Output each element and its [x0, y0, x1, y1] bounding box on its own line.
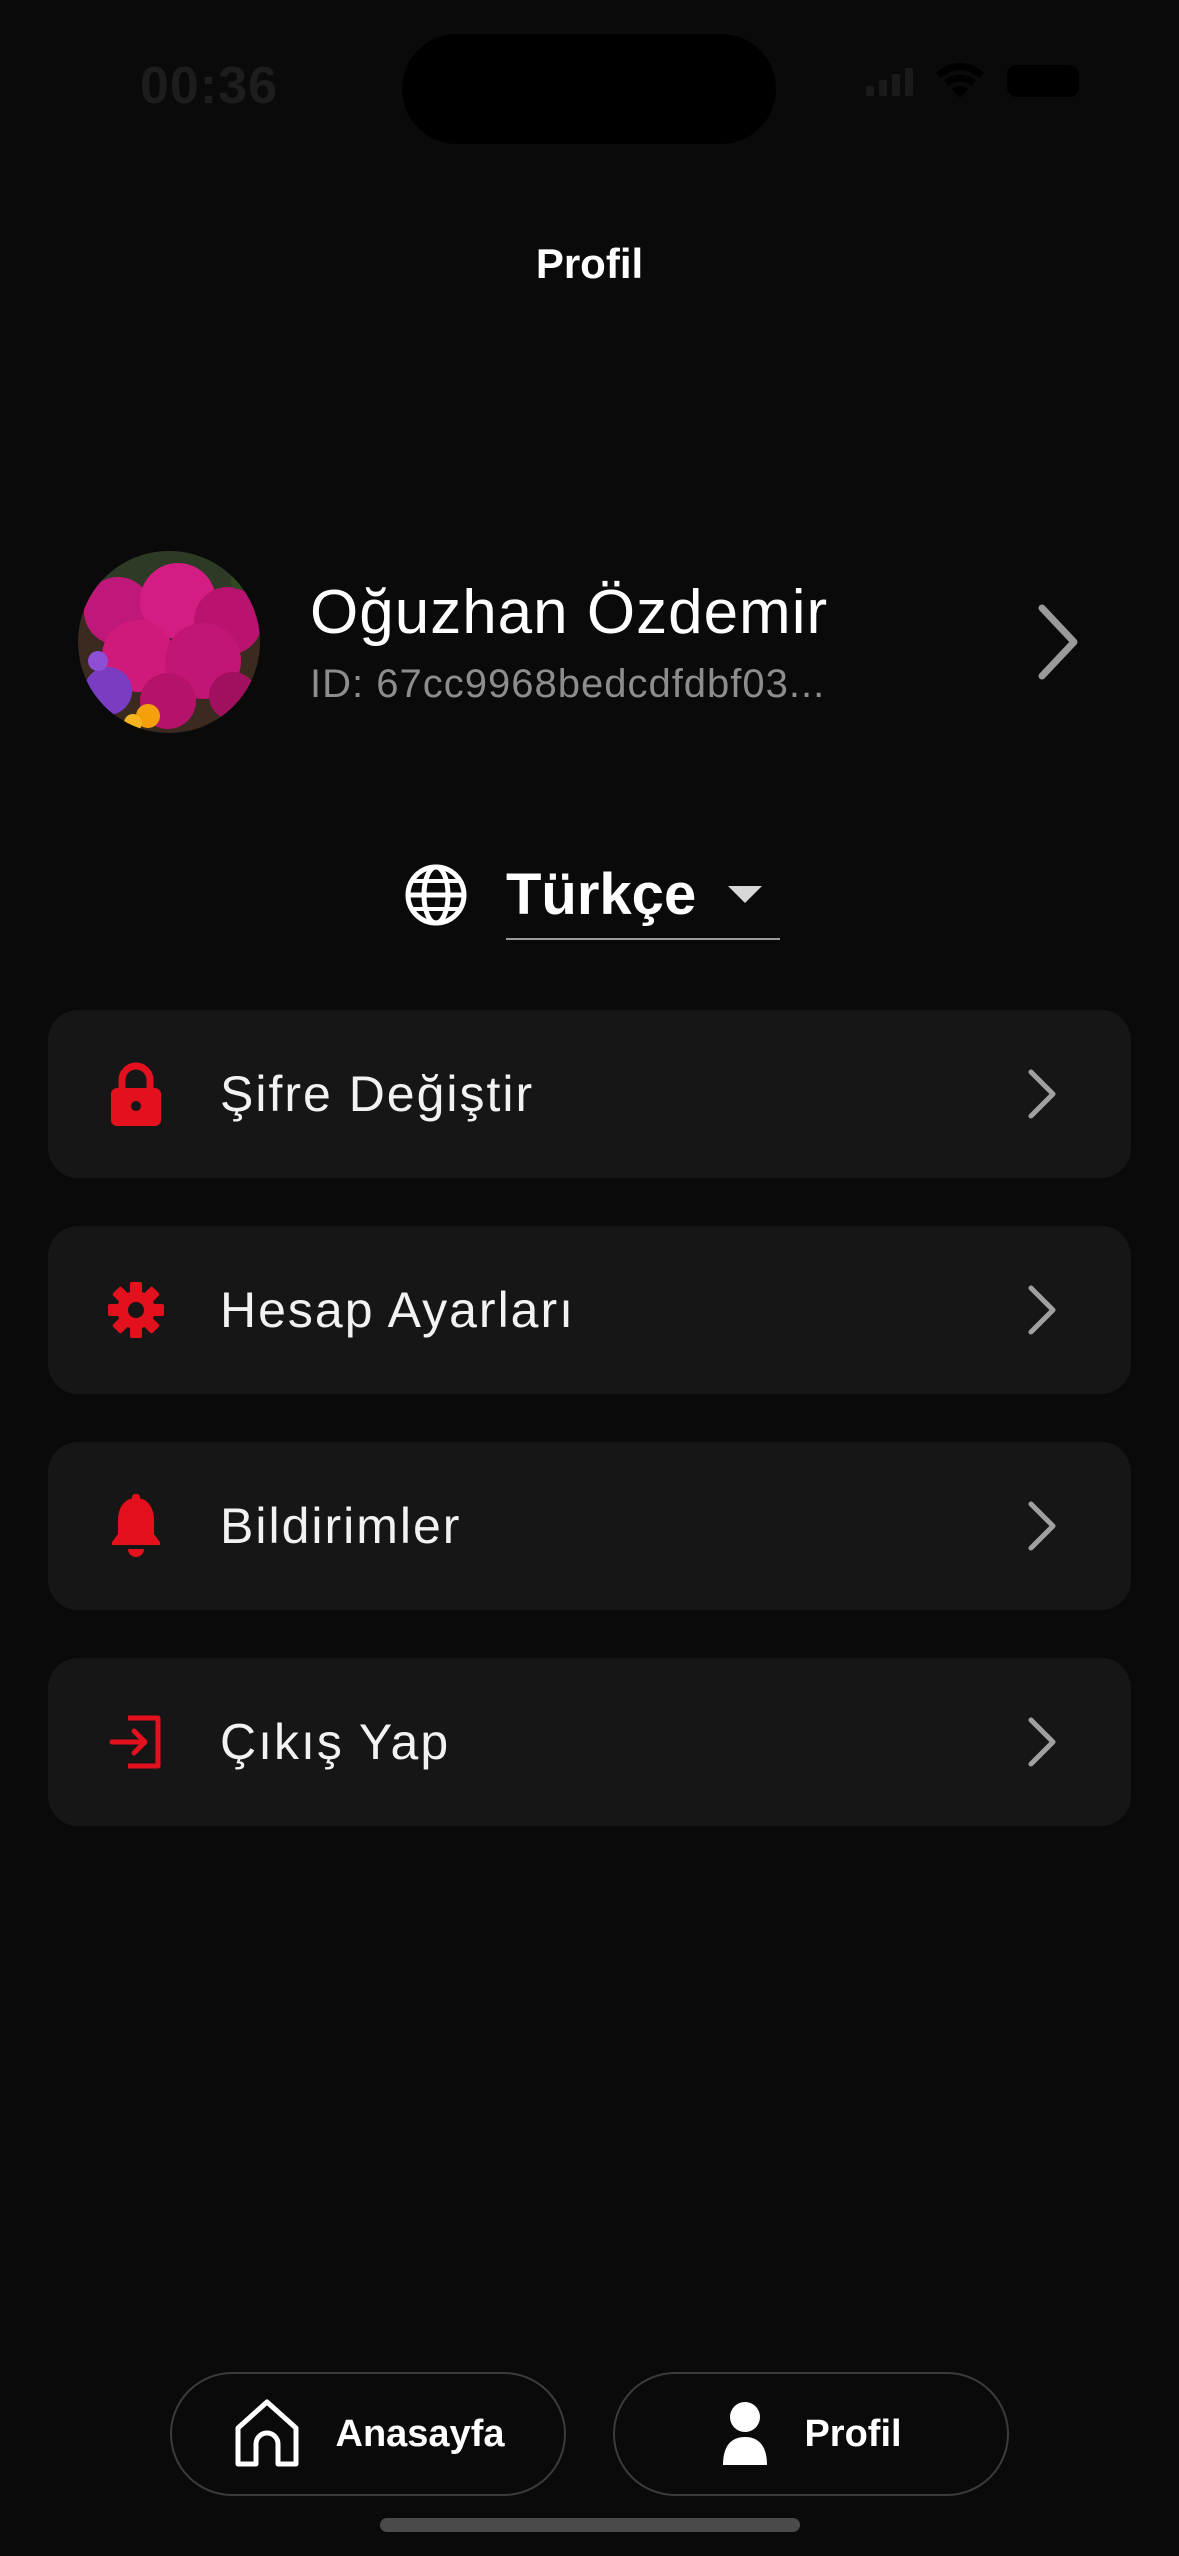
bell-icon: [104, 1494, 168, 1558]
logout-icon: [104, 1710, 168, 1774]
chevron-right-icon: [1028, 1069, 1056, 1119]
language-dropdown[interactable]: Türkçe: [506, 850, 780, 940]
page-title: Profil: [535, 240, 644, 287]
person-icon: [723, 2402, 768, 2465]
status-time: 00:36: [140, 57, 278, 115]
menu-item-change-password[interactable]: Şifre Değiştir: [48, 1010, 1131, 1178]
menu-item-label: Şifre Değiştir: [220, 1066, 535, 1122]
chevron-right-icon: [1028, 1501, 1056, 1551]
globe-icon: [405, 864, 467, 926]
profile-id: ID: 67cc9968bedcdfdbf03...: [310, 662, 826, 706]
lock-icon: [104, 1062, 168, 1126]
dynamic-island: [402, 34, 776, 144]
cellular-signal-icon: [866, 66, 913, 96]
menu-item-label: Çıkış Yap: [220, 1714, 451, 1770]
profile-name: Oğuzhan Özdemir: [310, 578, 829, 647]
nav-home-label: Anasayfa: [335, 2412, 505, 2455]
caret-down-icon: [728, 885, 762, 903]
chevron-right-icon: [1027, 597, 1087, 687]
menu-item-account-settings[interactable]: Hesap Ayarları: [48, 1226, 1131, 1394]
menu-item-label: Hesap Ayarları: [220, 1282, 576, 1338]
chevron-right-icon: [1028, 1717, 1056, 1767]
wifi-icon: [936, 63, 984, 98]
gear-icon: [104, 1278, 168, 1342]
nav-home-button[interactable]: Anasayfa: [170, 2372, 566, 2496]
home-indicator: [380, 2518, 800, 2532]
battery-icon: [1007, 65, 1079, 97]
language-selector: Türkçe: [404, 850, 780, 940]
nav-profile-button[interactable]: Profil: [613, 2372, 1009, 2496]
chevron-right-icon: [1028, 1285, 1056, 1335]
menu-item-logout[interactable]: Çıkış Yap: [48, 1658, 1131, 1826]
menu-item-notifications[interactable]: Bildirimler: [48, 1442, 1131, 1610]
profile-summary-row[interactable]: Oğuzhan Özdemir ID: 67cc9968bedcdfdbf03.…: [78, 550, 1087, 734]
menu-item-label: Bildirimler: [220, 1498, 462, 1554]
nav-profile-label: Profil: [804, 2412, 902, 2455]
status-icons: [866, 62, 1079, 100]
profile-screen: 00:36 Profil Oğuzhan Özdemir ID: 67cc996…: [0, 0, 1179, 2556]
avatar: [78, 551, 260, 733]
language-value: Türkçe: [506, 861, 697, 927]
home-icon: [235, 2399, 298, 2467]
